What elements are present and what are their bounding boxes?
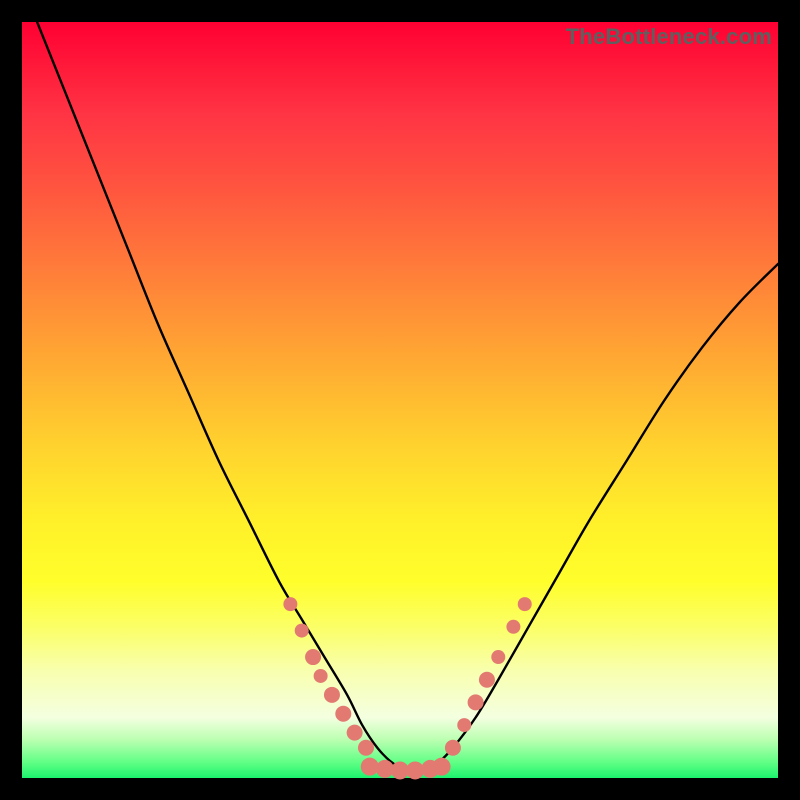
chart-frame: TheBottleneck.com [22,22,778,778]
curve-marker [295,624,309,638]
curve-marker [506,620,520,634]
curve-marker [361,758,379,776]
curve-marker [457,718,471,732]
bottleneck-curve [37,22,778,771]
curve-marker [468,694,484,710]
curve-marker [335,706,351,722]
curve-marker [324,687,340,703]
curve-marker [518,597,532,611]
curve-marker [445,740,461,756]
curve-marker [314,669,328,683]
plot-area: TheBottleneck.com [22,22,778,778]
curve-marker [358,740,374,756]
curve-marker [347,725,363,741]
curve-marker [283,597,297,611]
curve-marker [305,649,321,665]
watermark-text: TheBottleneck.com [566,24,772,50]
curve-marker [491,650,505,664]
chart-svg [22,22,778,778]
curve-marker [479,672,495,688]
curve-marker [433,758,451,776]
